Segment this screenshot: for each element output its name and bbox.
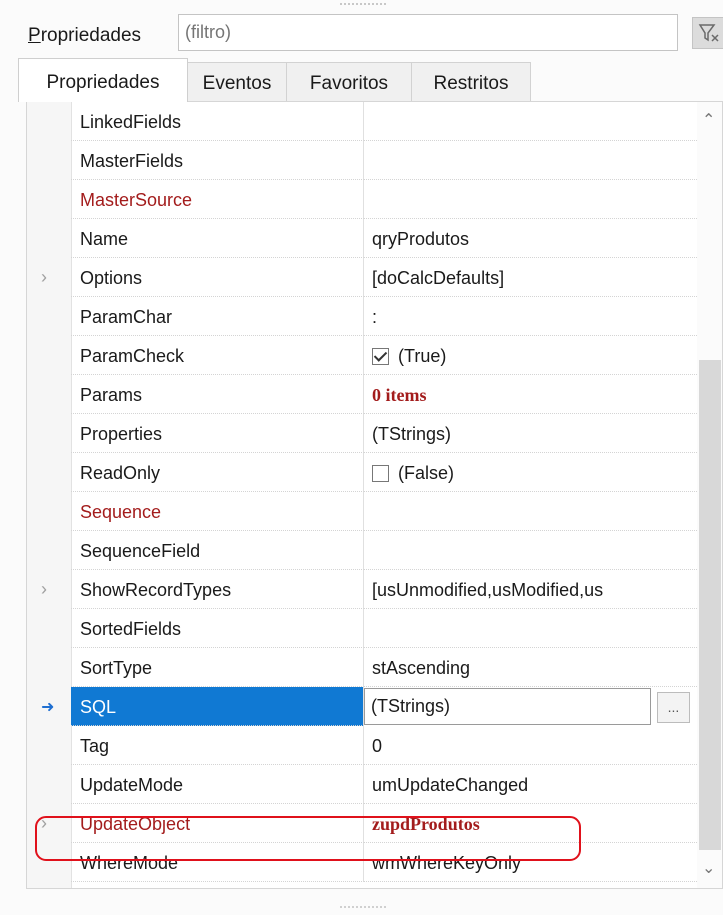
property-value[interactable]	[364, 492, 697, 531]
row-properties[interactable]: Properties (TStrings)	[27, 414, 697, 453]
filter-label: Propriedades	[28, 25, 142, 46]
expand-icon[interactable]: ›	[41, 579, 47, 600]
row-updatemode[interactable]: UpdateMode umUpdateChanged	[27, 765, 697, 804]
filter-clear-icon	[698, 24, 719, 42]
filter-input[interactable]	[178, 14, 678, 51]
property-value[interactable]: [usUnmodified,usModified,us	[364, 570, 697, 609]
property-name[interactable]: SortType	[71, 648, 364, 687]
row-params[interactable]: Params 0 items	[27, 375, 697, 414]
checkbox-checked[interactable]	[372, 348, 389, 365]
tab-favoritos[interactable]: Favoritos	[286, 62, 412, 102]
property-grid: LinkedFields MasterFields MasterSource N…	[26, 101, 723, 889]
checkbox-label: (True)	[398, 346, 447, 366]
property-name[interactable]: ReadOnly	[71, 453, 364, 492]
property-value[interactable]: 0	[364, 726, 697, 765]
property-name[interactable]: MasterFields	[71, 141, 364, 180]
property-name[interactable]: Params	[71, 375, 364, 414]
property-name[interactable]: SequenceField	[71, 531, 364, 570]
property-name[interactable]: Properties	[71, 414, 364, 453]
property-value[interactable]: umUpdateChanged	[364, 765, 697, 804]
property-value[interactable]	[364, 609, 697, 648]
tab-eventos[interactable]: Eventos	[187, 62, 287, 102]
property-name[interactable]: Sequence	[71, 492, 364, 531]
property-name[interactable]: SQL	[71, 687, 364, 726]
row-options[interactable]: › Options [doCalcDefaults]	[27, 258, 697, 297]
row-masterfields[interactable]: MasterFields	[27, 141, 697, 180]
vertical-scrollbar[interactable]: ⌃ ⌄	[697, 102, 722, 888]
row-sequencefield[interactable]: SequenceField	[27, 531, 697, 570]
property-name[interactable]: MasterSource	[71, 180, 364, 219]
tab-restritos[interactable]: Restritos	[411, 62, 531, 102]
scroll-down-icon[interactable]: ⌄	[702, 858, 715, 878]
highlight-annotation	[35, 816, 581, 861]
property-value[interactable]: qryProdutos	[364, 219, 697, 258]
row-sequence[interactable]: Sequence	[27, 492, 697, 531]
row-showrecordtypes[interactable]: › ShowRecordTypes [usUnmodified,usModifi…	[27, 570, 697, 609]
row-sql[interactable]: ➜ SQL (TStrings) ...	[27, 687, 697, 726]
bottom-grip[interactable]	[340, 906, 386, 908]
row-name[interactable]: Name qryProdutos	[27, 219, 697, 258]
property-name[interactable]: SortedFields	[71, 609, 364, 648]
ellipsis-button[interactable]: ...	[657, 692, 690, 723]
property-name[interactable]: LinkedFields	[71, 102, 364, 141]
row-paramcheck[interactable]: ParamCheck (True)	[27, 336, 697, 375]
row-linkedfields[interactable]: LinkedFields	[27, 102, 697, 141]
clear-filter-button[interactable]	[692, 17, 723, 49]
checkbox-unchecked[interactable]	[372, 465, 389, 482]
scroll-up-icon[interactable]: ⌃	[702, 110, 715, 130]
property-value[interactable]	[364, 531, 697, 570]
row-paramchar[interactable]: ParamChar :	[27, 297, 697, 336]
property-value[interactable]: stAscending	[364, 648, 697, 687]
property-value[interactable]: (TStrings)	[364, 414, 697, 453]
property-value[interactable]: (True)	[364, 336, 697, 375]
expand-icon[interactable]: ›	[41, 267, 47, 288]
property-name[interactable]: Options	[71, 258, 364, 297]
property-value[interactable]: :	[364, 297, 697, 336]
selected-arrow-icon: ➜	[41, 699, 55, 716]
property-name[interactable]: ParamChar	[71, 297, 364, 336]
property-name[interactable]: Tag	[71, 726, 364, 765]
property-name[interactable]: Name	[71, 219, 364, 258]
row-tag[interactable]: Tag 0	[27, 726, 697, 765]
row-sorttype[interactable]: SortType stAscending	[27, 648, 697, 687]
property-value[interactable]	[364, 180, 697, 219]
property-value[interactable]: 0 items	[364, 375, 697, 414]
row-sortedfields[interactable]: SortedFields	[27, 609, 697, 648]
property-value[interactable]: [doCalcDefaults]	[364, 258, 697, 297]
checkbox-label: (False)	[398, 463, 455, 483]
tab-propriedades[interactable]: Propriedades	[18, 58, 188, 102]
property-name[interactable]: UpdateMode	[71, 765, 364, 804]
scroll-thumb[interactable]	[699, 360, 721, 850]
property-value[interactable]	[364, 102, 697, 141]
property-name[interactable]: ParamCheck	[71, 336, 364, 375]
row-mastersource[interactable]: MasterSource	[27, 180, 697, 219]
row-readonly[interactable]: ReadOnly (False)	[27, 453, 697, 492]
sql-value-editor[interactable]: (TStrings)	[364, 688, 651, 725]
property-value[interactable]: (False)	[364, 453, 697, 492]
property-name[interactable]: ShowRecordTypes	[71, 570, 364, 609]
property-value[interactable]	[364, 141, 697, 180]
